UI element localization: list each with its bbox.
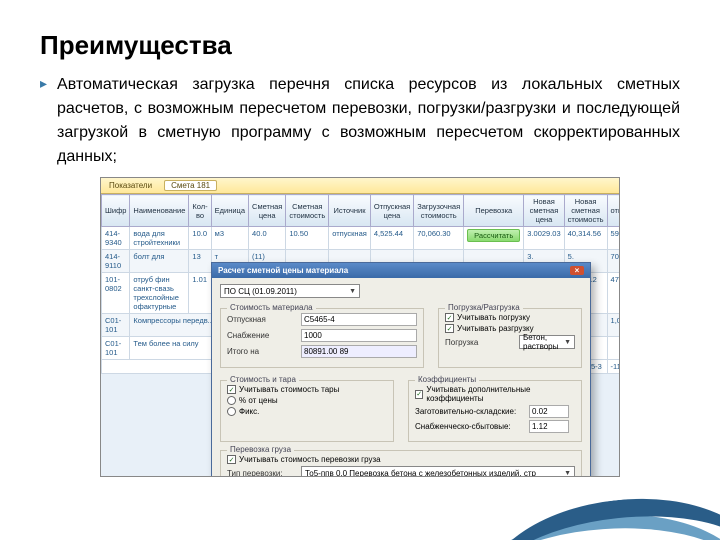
radio-fixed[interactable]: Фикс. <box>227 407 387 416</box>
col-header[interactable]: Отпускная цена <box>370 195 413 227</box>
chk-load[interactable]: ✓Учитывать погрузку <box>445 313 575 322</box>
col-header[interactable]: Кол-во <box>189 195 211 227</box>
k2-input[interactable] <box>529 420 569 433</box>
otpusk-input[interactable] <box>301 313 417 326</box>
dialog-title-text: Расчет сметной цены материала <box>218 266 348 275</box>
group-loading: Погрузка/Разгрузка ✓Учитывать погрузку ✓… <box>438 308 582 368</box>
tab-estimate[interactable]: Смета 181 <box>164 180 217 191</box>
tab-indicators[interactable]: Показатели <box>109 181 152 190</box>
col-header[interactable]: Наименование <box>130 195 189 227</box>
col-header[interactable]: Источник <box>329 195 371 227</box>
col-header[interactable]: Новая сметная стоимость <box>564 195 607 227</box>
price-calc-dialog: Расчет сметной цены материала × ПО СЦ (0… <box>211 262 591 477</box>
transport-type-dropdown[interactable]: То5-ппв 0.0 Перевозка бетона с железобет… <box>301 466 575 477</box>
col-header[interactable]: Единица <box>211 195 248 227</box>
chk-unload[interactable]: ✓Учитывать разгрузку <box>445 324 575 333</box>
chk-transport[interactable]: ✓Учитывать стоимость перевозки груза <box>227 455 575 464</box>
col-header[interactable]: Шифр <box>102 195 130 227</box>
slide-decoration <box>500 480 720 540</box>
itogo-input <box>301 345 417 358</box>
col-header[interactable]: Сметная цена <box>249 195 286 227</box>
bullet-icon: ▸ <box>40 73 47 169</box>
snab-input[interactable] <box>301 329 417 342</box>
load-type-dropdown[interactable]: Бетон, растворы▼ <box>519 335 575 349</box>
app-screenshot: Показатели Смета 181 ШифрНаименованиеКол… <box>100 177 620 477</box>
group-transport: Перевозка груза ✓Учитывать стоимость пер… <box>220 450 582 477</box>
close-icon[interactable]: × <box>570 266 584 275</box>
slide-title: Преимущества <box>40 30 680 61</box>
col-header[interactable]: Загрузочная стоимость <box>414 195 464 227</box>
chevron-down-icon: ▼ <box>349 288 356 295</box>
chk-tare[interactable]: ✓Учитывать стоимость тары <box>227 385 387 394</box>
k1-input[interactable] <box>529 405 569 418</box>
group-mass-tare: Стоимость и тара ✓Учитывать стоимость та… <box>220 380 394 442</box>
table-row[interactable]: 414-9340вода для стройтехники10.0м340.01… <box>102 227 621 250</box>
dialog-titlebar[interactable]: Расчет сметной цены материала × <box>212 263 590 278</box>
radio-percent[interactable]: % от цены <box>227 396 387 405</box>
col-header[interactable]: Перевозка <box>464 195 524 227</box>
group-material-cost: Стоимость материала Отпускная Снабжение … <box>220 308 424 368</box>
source-dropdown[interactable]: ПО СЦ (01.09.2011)▼ <box>220 284 360 298</box>
col-header[interactable]: Сметная стоимость <box>286 195 329 227</box>
calc-button[interactable]: Рассчитать <box>467 229 520 242</box>
col-header[interactable]: Новая сметная цена <box>524 195 564 227</box>
app-toolbar: Показатели Смета 181 <box>101 178 619 194</box>
group-koef: Коэффициенты ✓Учитывать дополнительные к… <box>408 380 582 442</box>
chk-koef[interactable]: ✓Учитывать дополнительные коэффициенты <box>415 385 575 403</box>
bullet-text: Автоматическая загрузка перечня списка р… <box>57 73 680 169</box>
col-header[interactable]: % отклонения цен <box>607 195 620 227</box>
